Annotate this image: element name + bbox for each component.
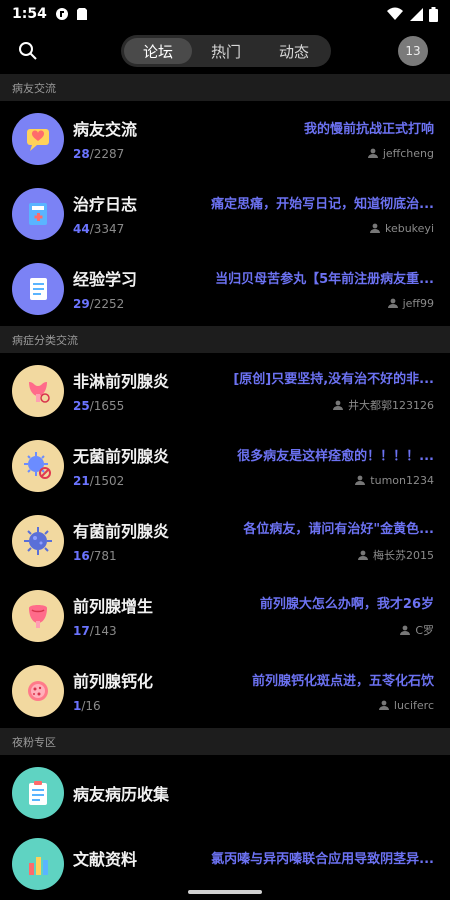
latest-post-title[interactable]: [原创]只要坚持,没有治不好的非... — [193, 368, 434, 387]
latest-post-author: 梅长苏2015 — [193, 547, 434, 563]
latest-post-author: kebukeyi — [193, 222, 434, 235]
chat-heart-icon — [12, 112, 64, 165]
forum-row-bacterial[interactable]: 有菌前列腺炎 16/781 各位病友，请问有治好"金黄色... 梅长苏2015 — [0, 503, 450, 578]
forum-row-treatment-log[interactable]: 治疗日志 44/3347 痛定思痛，开始写日记，知道彻底治... kebukey… — [0, 176, 450, 251]
forum-name: 经验学习 — [73, 270, 138, 289]
user-icon — [378, 700, 389, 710]
tab-forum[interactable]: 论坛 — [124, 38, 192, 64]
sd-card-icon — [76, 8, 87, 20]
latest-post-title[interactable]: 很多病友是这样痊愈的！！！！... — [193, 445, 434, 464]
bacteria-icon — [12, 514, 64, 567]
section-header-night-fans: 夜粉专区 — [0, 728, 450, 755]
latest-post-title[interactable]: 前列腺大怎么办啊，我才26岁 — [193, 593, 434, 612]
forum-row-patient-exchange[interactable]: 病友交流 28/2287 我的慢前抗战正式打响 jeffcheng — [0, 101, 450, 176]
forum-name: 无菌前列腺炎 — [73, 447, 170, 466]
forum-row-abacterial[interactable]: 无菌前列腺炎 21/1502 很多病友是这样痊愈的！！！！... tumon12… — [0, 428, 450, 503]
latest-post-title[interactable]: 痛定思痛，开始写日记，知道彻底治... — [193, 193, 434, 212]
enlarged-gland-icon — [12, 589, 64, 642]
user-avatar[interactable]: 13 — [398, 36, 428, 66]
post-count: 29/2252 — [73, 297, 125, 311]
inflamed-gland-icon — [12, 364, 64, 417]
latest-post-title[interactable]: 各位病友，请问有治好"金黄色... — [193, 518, 434, 537]
section-header-disease-category: 病症分类交流 — [0, 326, 450, 353]
search-icon — [19, 42, 37, 60]
forum-row-hyperplasia[interactable]: 前列腺增生 17/143 前列腺大怎么办啊，我才26岁 C罗 — [0, 578, 450, 653]
status-time: 1:54 — [12, 6, 47, 22]
forum-list: 病友交流 病友交流 28/2287 我的慢前抗战正式打响 jeffcheng 治… — [0, 74, 450, 890]
forum-name: 病友交流 — [73, 120, 138, 139]
section-header-patient-exchange: 病友交流 — [0, 74, 450, 101]
forum-row-literature[interactable]: 文献资料 氯丙嗪与异丙嗪联合应用导致阴茎异... — [0, 830, 450, 890]
post-count: 44/3347 — [73, 222, 125, 236]
latest-post-title[interactable]: 氯丙嗪与异丙嗪联合应用导致阴茎异... — [193, 848, 434, 867]
post-count: 1/16 — [73, 699, 101, 713]
forum-row-nongonococcal[interactable]: 非淋前列腺炎 25/1655 [原创]只要坚持,没有治不好的非... 井大都郭1… — [0, 353, 450, 428]
user-icon — [358, 550, 368, 560]
user-icon — [355, 475, 366, 485]
latest-post-title[interactable]: 我的慢前抗战正式打响 — [193, 118, 434, 137]
forum-name: 前列腺钙化 — [73, 672, 154, 691]
forum-row-experience[interactable]: 经验学习 29/2252 当归贝母苦参丸【5年前注册病友重... jeff99 — [0, 251, 450, 326]
forum-row-case-collection[interactable]: 病友病历收集 — [0, 755, 450, 830]
document-list-icon — [12, 262, 64, 315]
latest-post-author: 井大都郭123126 — [193, 397, 434, 413]
user-icon — [333, 400, 343, 410]
latest-post-author: luciferc — [193, 699, 434, 712]
post-count: 17/143 — [73, 624, 117, 638]
status-indicators — [387, 6, 438, 22]
tab-feed[interactable]: 动态 — [260, 38, 328, 64]
tab-switcher: 论坛 热门 动态 — [121, 35, 331, 67]
calcification-icon — [12, 664, 64, 717]
forum-name: 治疗日志 — [73, 195, 138, 214]
post-count: 16/781 — [73, 549, 117, 563]
latest-post-author: C罗 — [193, 622, 434, 638]
forum-name: 前列腺增生 — [73, 597, 154, 616]
forum-name: 文献资料 — [73, 850, 138, 869]
user-icon — [369, 223, 380, 233]
latest-post-author: jeff99 — [193, 297, 434, 310]
forum-name: 非淋前列腺炎 — [73, 372, 170, 391]
latest-post-title[interactable]: 前列腺钙化斑点进，五苓化石饮 — [193, 670, 434, 689]
wifi-icon — [387, 7, 403, 20]
clipboard-icon — [12, 766, 64, 819]
latest-post-title[interactable]: 当归贝母苦参丸【5年前注册病友重... — [193, 268, 434, 287]
latest-post-author: tumon1234 — [193, 474, 434, 487]
top-bar: 论坛 热门 动态 13 — [0, 28, 450, 74]
forum-name: 病友病历收集 — [73, 784, 170, 804]
user-icon — [367, 148, 378, 158]
app-notification-icon — [55, 8, 68, 20]
battery-icon — [429, 6, 438, 22]
forum-row-calcification[interactable]: 前列腺钙化 1/16 前列腺钙化斑点进，五苓化石饮 luciferc — [0, 653, 450, 728]
search-button[interactable] — [16, 39, 40, 63]
post-count: 28/2287 — [73, 147, 125, 161]
tab-hot[interactable]: 热门 — [192, 38, 260, 64]
medical-notebook-icon — [12, 187, 64, 240]
no-bacteria-icon — [12, 439, 64, 492]
user-icon — [387, 298, 398, 308]
status-bar: 1:54 — [0, 0, 450, 28]
forum-name: 有菌前列腺炎 — [73, 522, 170, 541]
post-count: 21/1502 — [73, 474, 125, 488]
post-count: 25/1655 — [73, 399, 125, 413]
bar-chart-icon — [12, 838, 64, 890]
user-icon — [400, 625, 411, 635]
latest-post-author: jeffcheng — [193, 147, 434, 160]
signal-icon — [410, 8, 423, 21]
home-indicator[interactable] — [188, 890, 262, 894]
